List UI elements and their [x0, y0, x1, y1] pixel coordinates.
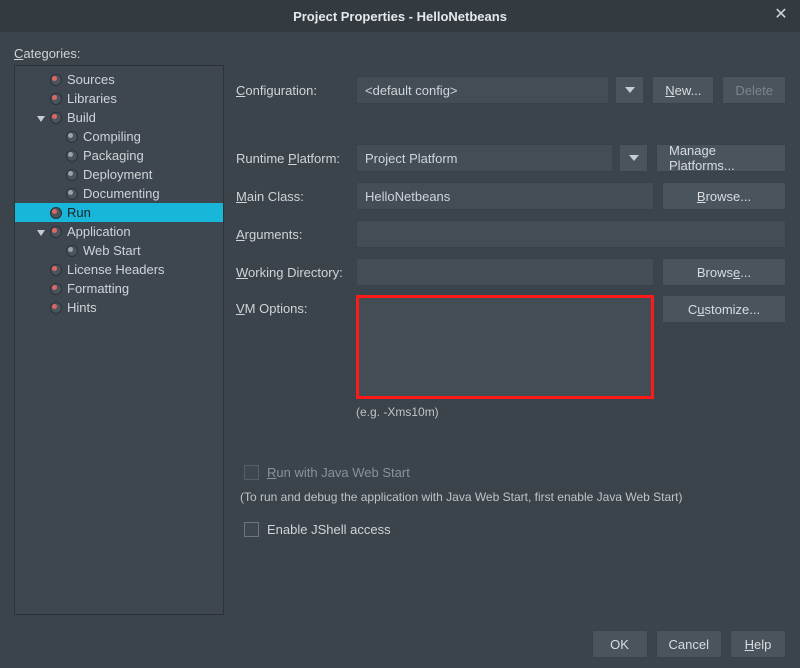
chevron-down-icon[interactable] [620, 144, 648, 172]
configuration-value: <default config> [365, 83, 458, 98]
enable-jshell-checkbox[interactable] [244, 522, 259, 537]
customize-button[interactable]: Customize... [662, 295, 786, 323]
bullet-icon [65, 130, 79, 144]
enable-jshell-label: Enable JShell access [267, 522, 391, 537]
close-icon[interactable]: ✕ [772, 7, 790, 25]
browse-main-class-button[interactable]: Browse... [662, 182, 786, 210]
tree-item-label: Formatting [67, 281, 129, 296]
tree-item-label: Web Start [83, 243, 141, 258]
run-web-start-label: Run with Java Web Start [267, 465, 410, 480]
vm-options-hint: (e.g. -Xms10m) [356, 405, 786, 419]
tree-item-license-headers[interactable]: License Headers [15, 260, 223, 279]
tree-item-label: Run [67, 205, 91, 220]
tree-item-application[interactable]: Application [15, 222, 223, 241]
delete-button: Delete [722, 76, 786, 104]
bullet-icon [49, 263, 63, 277]
cancel-button[interactable]: Cancel [656, 630, 722, 658]
bullet-icon [49, 282, 63, 296]
main-class-input[interactable]: HelloNetbeans [356, 182, 654, 210]
working-directory-input[interactable] [356, 258, 654, 286]
bullet-icon [65, 168, 79, 182]
categories-tree[interactable]: Sources Libraries Build Compiling Packaging D… [14, 65, 224, 615]
web-start-note: (To run and debug the application with J… [240, 490, 786, 504]
tree-item-label: Libraries [67, 91, 117, 106]
arguments-label: Arguments: [236, 227, 348, 242]
tree-item-sources[interactable]: Sources [15, 70, 223, 89]
new-button[interactable]: New... [652, 76, 714, 104]
tree-item-label: Compiling [83, 129, 141, 144]
browse-working-dir-button[interactable]: Browse... [662, 258, 786, 286]
runtime-platform-label: Runtime Platform: [236, 151, 348, 166]
tree-item-label: Documenting [83, 186, 160, 201]
manage-platforms-button[interactable]: Manage Platforms... [656, 144, 786, 172]
tree-item-formatting[interactable]: Formatting [15, 279, 223, 298]
window-title: Project Properties - HelloNetbeans [293, 9, 507, 24]
run-web-start-checkbox [244, 465, 259, 480]
tree-item-packaging[interactable]: Packaging [15, 146, 223, 165]
bullet-icon [49, 206, 63, 220]
tree-item-deployment[interactable]: Deployment [15, 165, 223, 184]
bullet-icon [65, 149, 79, 163]
categories-label: Categories: [14, 46, 786, 61]
bullet-icon [49, 111, 63, 125]
arguments-input[interactable] [356, 220, 786, 248]
tree-item-web-start[interactable]: Web Start [15, 241, 223, 260]
tree-item-label: Application [67, 224, 131, 239]
vm-options-input[interactable] [356, 295, 654, 399]
tree-item-documenting[interactable]: Documenting [15, 184, 223, 203]
vm-options-label: VM Options: [236, 295, 348, 316]
tree-item-label: Packaging [83, 148, 144, 163]
runtime-platform-select[interactable]: Project Platform [356, 144, 612, 172]
chevron-down-icon[interactable] [616, 76, 644, 104]
bullet-icon [65, 187, 79, 201]
tree-item-label: Build [67, 110, 96, 125]
tree-item-compiling[interactable]: Compiling [15, 127, 223, 146]
main-class-value: HelloNetbeans [365, 189, 450, 204]
bullet-icon [49, 73, 63, 87]
tree-item-label: License Headers [67, 262, 165, 277]
main-class-label: Main Class: [236, 189, 348, 204]
bullet-icon [49, 92, 63, 106]
twisty-open-icon[interactable] [35, 224, 47, 239]
tree-item-hints[interactable]: Hints [15, 298, 223, 317]
bullet-icon [49, 301, 63, 315]
configuration-select[interactable]: <default config> [356, 76, 608, 104]
tree-item-run[interactable]: Run [15, 203, 223, 222]
help-button[interactable]: Help [730, 630, 786, 658]
tree-item-libraries[interactable]: Libraries [15, 89, 223, 108]
twisty-open-icon[interactable] [35, 110, 47, 125]
title-bar: Project Properties - HelloNetbeans ✕ [0, 0, 800, 32]
tree-item-build[interactable]: Build [15, 108, 223, 127]
configuration-label: Configuration: [236, 83, 348, 98]
tree-item-label: Sources [67, 72, 115, 87]
bullet-icon [65, 244, 79, 258]
tree-item-label: Hints [67, 300, 97, 315]
bullet-icon [49, 225, 63, 239]
ok-button[interactable]: OK [592, 630, 648, 658]
tree-item-label: Deployment [83, 167, 152, 182]
working-directory-label: Working Directory: [236, 265, 348, 280]
runtime-platform-value: Project Platform [365, 151, 457, 166]
